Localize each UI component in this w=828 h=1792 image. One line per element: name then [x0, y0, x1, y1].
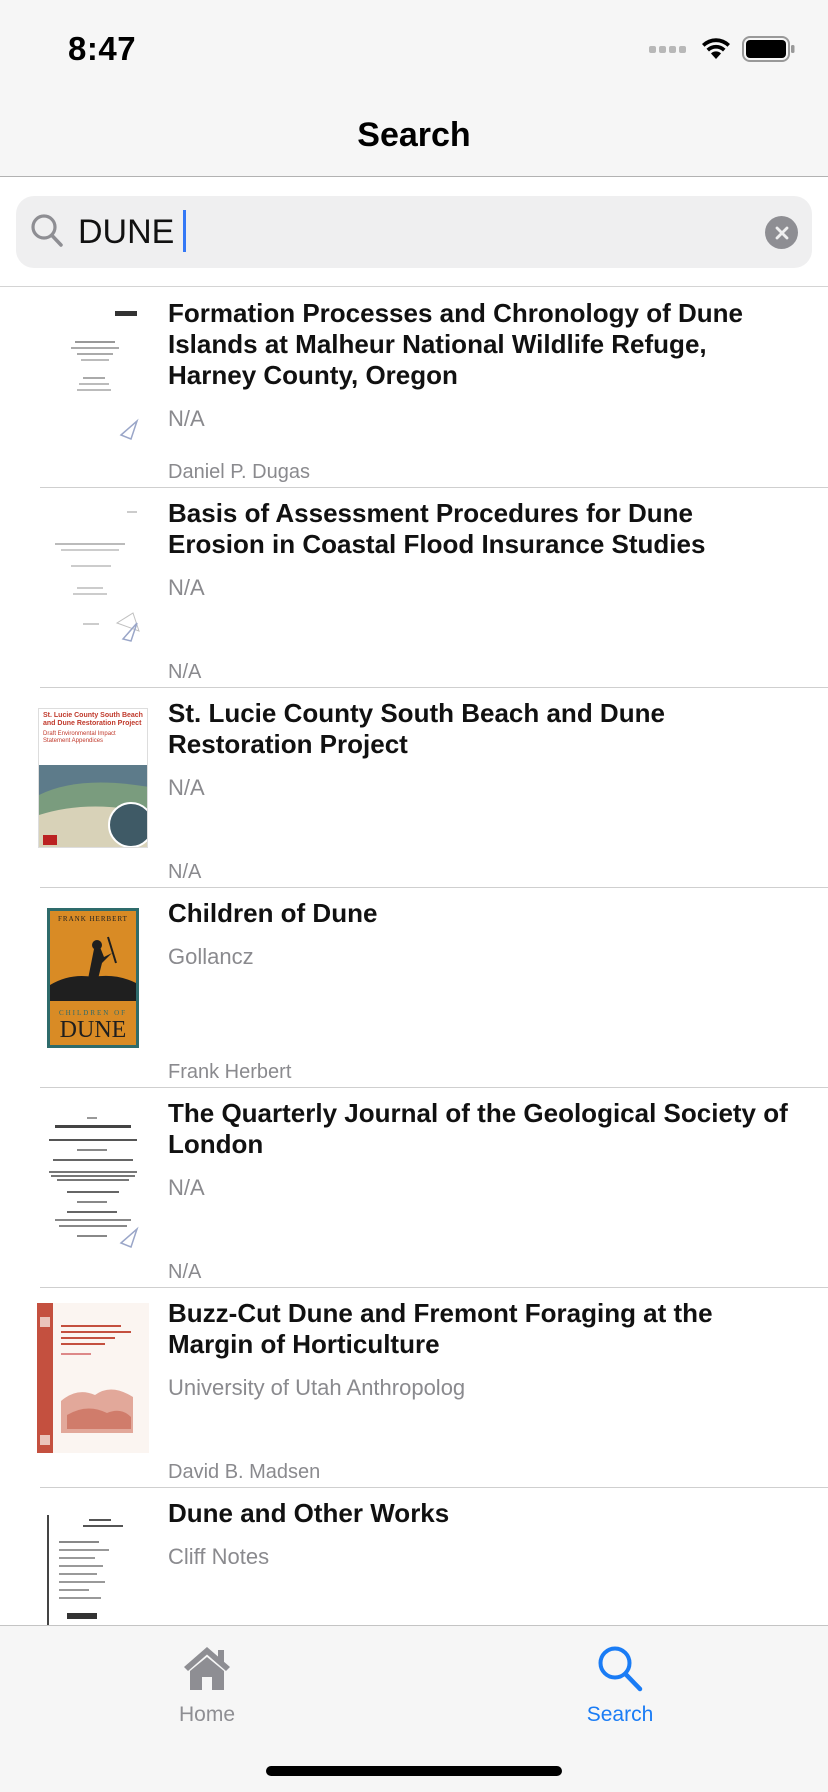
home-indicator	[266, 1766, 562, 1776]
result-author: N/A	[168, 661, 202, 683]
result-author: N/A	[168, 861, 202, 883]
list-item[interactable]: The Quarterly Journal of the Geological …	[0, 1088, 828, 1288]
battery-icon	[742, 36, 795, 62]
tab-search[interactable]: Search	[540, 1644, 700, 1727]
result-author: Frank Herbert	[168, 1061, 292, 1083]
result-title: Dune and Other Works	[168, 1498, 450, 1528]
list-item[interactable]: FRANK HERBERT CHILDREN OF DUNE Children …	[0, 888, 828, 1088]
tab-search-label: Search	[586, 1703, 654, 1726]
result-title: Children of Dune	[168, 898, 378, 928]
result-publisher: N/A	[168, 575, 205, 600]
tab-home-label: Home	[178, 1703, 236, 1726]
status-icons	[649, 36, 796, 62]
cover-subtitle: CHILDREN OF	[58, 1009, 128, 1017]
book-cover	[37, 1098, 149, 1258]
result-title: The Quarterly Journal of the Geological …	[168, 1098, 788, 1159]
result-publisher: N/A	[168, 406, 205, 431]
cover-subtitle: Draft Environmental Impact Statement App…	[43, 731, 116, 744]
search-bar	[0, 177, 828, 287]
book-cover: St. Lucie County South Beach and Dune Re…	[37, 698, 149, 858]
book-cover	[37, 1498, 149, 1625]
results-list: Formation Processes and Chronology of Du…	[0, 288, 828, 1625]
navigation-bar: Search	[0, 95, 828, 177]
result-title: Formation Processes and Chronology of Du…	[168, 298, 743, 390]
book-cover	[37, 498, 149, 658]
close-icon	[775, 226, 788, 239]
book-cover	[37, 298, 149, 458]
search-field[interactable]	[16, 196, 812, 268]
search-input[interactable]	[78, 210, 738, 254]
tab-home[interactable]: Home	[127, 1644, 287, 1727]
cover-title: DUNE	[59, 1017, 127, 1043]
book-cover	[37, 1298, 149, 1458]
result-publisher: N/A	[168, 775, 205, 800]
cover-title: St. Lucie County South Beach and Dune Re…	[43, 712, 143, 727]
clear-search-button[interactable]	[765, 216, 798, 249]
search-icon	[31, 214, 63, 247]
home-icon	[184, 1647, 230, 1690]
page-title: Search	[357, 116, 471, 154]
result-author: David B. Madsen	[168, 1461, 321, 1483]
book-cover: FRANK HERBERT CHILDREN OF DUNE	[37, 898, 149, 1058]
result-title: Buzz-Cut Dune and Fremont Foraging at th…	[168, 1298, 713, 1359]
result-title: St. Lucie County South Beach and Dune Re…	[168, 698, 665, 759]
wifi-icon	[702, 38, 730, 59]
status-time: 8:47	[68, 30, 137, 67]
list-item[interactable]: Buzz-Cut Dune and Fremont Foraging at th…	[0, 1288, 828, 1488]
result-author: N/A	[168, 1261, 202, 1283]
result-author: Daniel P. Dugas	[168, 461, 310, 483]
cellular-signal-icon	[649, 45, 686, 53]
list-item[interactable]: Dune and Other Works Cliff Notes	[0, 1488, 828, 1625]
list-item[interactable]: Formation Processes and Chronology of Du…	[0, 288, 828, 488]
list-item[interactable]: St. Lucie County South Beach and Dune Re…	[0, 688, 828, 888]
result-publisher: Cliff Notes	[168, 1544, 270, 1569]
search-icon	[598, 1646, 643, 1692]
list-item[interactable]: Basis of Assessment Procedures for Dune …	[0, 488, 828, 688]
result-publisher: University of Utah Anthropolog	[168, 1375, 466, 1400]
result-title: Basis of Assessment Procedures for Dune …	[168, 498, 706, 559]
result-publisher: N/A	[168, 1175, 205, 1200]
result-publisher: Gollancz	[168, 944, 254, 969]
cover-author: FRANK HERBERT	[58, 915, 128, 923]
status-bar: 8:47	[0, 0, 828, 95]
text-caret	[183, 210, 186, 252]
